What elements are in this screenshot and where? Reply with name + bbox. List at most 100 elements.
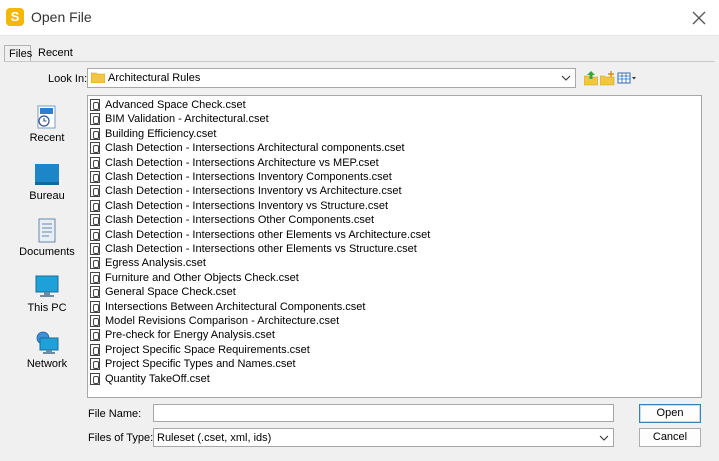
documents-icon [38, 218, 56, 243]
file-name: General Space Check.cset [105, 286, 236, 299]
chevron-down-icon [561, 75, 571, 81]
file-list-item[interactable]: Clash Detection - Intersections Architec… [90, 141, 405, 155]
file-name: Advanced Space Check.cset [105, 99, 246, 111]
file-name: Clash Detection - Intersections other El… [105, 243, 417, 255]
close-icon [692, 11, 706, 25]
file-name: Pre-check for Energy Analysis.cset [105, 329, 275, 342]
place-bureau-label: Bureau [29, 190, 65, 202]
file-name: Project Specific Space Requirements.cset [105, 343, 310, 356]
ruleset-file-icon [90, 300, 100, 313]
file-list-item[interactable]: Clash Detection - Intersections Other Co… [90, 213, 374, 227]
ruleset-file-icon [90, 315, 100, 327]
file-list-item[interactable]: Project Specific Space Requirements.cset [90, 343, 310, 357]
file-list-item[interactable]: Building Efficiency.cset [90, 127, 216, 141]
tab-files[interactable]: Files [4, 45, 32, 62]
place-documents[interactable]: Documents [18, 218, 76, 258]
dialog-title: Open File [31, 9, 92, 25]
app-logo-icon: S [6, 8, 24, 26]
file-list-item[interactable]: Intersections Between Architectural Comp… [90, 300, 365, 314]
tab-divider [4, 61, 715, 62]
file-name: Intersections Between Architectural Comp… [105, 300, 366, 313]
file-name-label: File Name: [88, 408, 142, 420]
file-name: Clash Detection - Intersections other El… [105, 228, 431, 241]
ruleset-file-icon [90, 142, 100, 155]
ruleset-file-icon [90, 243, 100, 255]
close-button[interactable] [687, 6, 711, 30]
look-in-value: Architectural Rules [108, 72, 201, 84]
ruleset-file-icon [90, 214, 100, 227]
look-in-label: Look In: [48, 73, 88, 85]
place-documents-label: Documents [19, 246, 75, 258]
ruleset-file-icon [90, 286, 100, 299]
file-list-item[interactable]: Quantity TakeOff.cset [90, 372, 210, 386]
file-name: Clash Detection - Intersections Architec… [105, 156, 379, 169]
file-list-item[interactable]: Clash Detection - Intersections Inventor… [90, 170, 392, 184]
file-list-item[interactable]: General Space Check.cset [90, 285, 236, 299]
look-in-dropdown[interactable]: Architectural Rules [87, 68, 576, 88]
ruleset-file-icon [90, 343, 100, 356]
ruleset-file-icon [90, 228, 100, 241]
cancel-button[interactable]: Cancel [639, 428, 701, 447]
place-recent[interactable]: Recent [18, 104, 76, 144]
folder-icon [91, 72, 105, 83]
file-list-item[interactable]: Egress Analysis.cset [90, 256, 206, 270]
file-name: Building Efficiency.cset [105, 127, 217, 140]
file-list-item[interactable]: Clash Detection - Intersections Architec… [90, 156, 379, 170]
file-name: Egress Analysis.cset [105, 257, 206, 270]
file-name: BIM Validation - Architectural.cset [105, 113, 269, 126]
chevron-down-icon [599, 435, 609, 441]
file-type-label: Files of Type: [88, 432, 154, 444]
ruleset-file-icon [90, 113, 100, 126]
ruleset-file-icon [90, 271, 100, 284]
ruleset-file-icon [90, 171, 100, 183]
file-list[interactable]: Advanced Space Check.cset BIM Validation … [87, 95, 702, 398]
file-list-item[interactable]: BIM Validation - Architectural.cset [90, 112, 269, 126]
new-folder-icon[interactable] [600, 70, 615, 86]
network-icon [36, 331, 59, 354]
ruleset-file-icon [90, 127, 100, 140]
place-bureau[interactable]: Bureau [18, 162, 76, 202]
file-name-field[interactable] [153, 404, 614, 422]
ruleset-file-icon [90, 372, 100, 385]
file-name: Clash Detection - Intersections Inventor… [105, 171, 392, 183]
place-network[interactable]: Network [18, 330, 76, 370]
computer-icon [35, 275, 59, 297]
file-name: Clash Detection - Intersections Inventor… [105, 185, 402, 198]
folder-up-icon[interactable] [584, 70, 598, 86]
place-network-label: Network [26, 358, 68, 370]
file-list-item[interactable]: Project Specific Types and Names.cset [90, 357, 296, 371]
place-recent-label: Recent [29, 132, 65, 144]
open-button[interactable]: Open [639, 404, 701, 423]
recent-icon [37, 105, 56, 129]
file-type-dropdown[interactable]: Ruleset (.cset, xml, ids) [153, 428, 614, 447]
file-name: Model Revisions Comparison - Architectur… [105, 315, 340, 327]
file-type-value: Ruleset (.cset, xml, ids) [157, 432, 272, 444]
file-name: Clash Detection - Intersections Other Co… [105, 214, 375, 227]
file-list-item[interactable]: Clash Detection - Intersections other El… [90, 228, 430, 242]
file-name: Clash Detection - Intersections Inventor… [105, 199, 389, 212]
file-list-item[interactable]: Model Revisions Comparison - Architectur… [90, 314, 339, 328]
ruleset-file-icon [90, 199, 100, 212]
tab-recent[interactable]: Recent [34, 45, 73, 62]
ruleset-file-icon [90, 358, 100, 371]
file-name: Project Specific Types and Names.cset [105, 358, 296, 371]
place-this-pc[interactable]: This PC [18, 274, 76, 314]
ruleset-file-icon [90, 99, 100, 111]
ruleset-file-icon [90, 329, 100, 342]
view-menu-icon[interactable] [617, 70, 637, 86]
file-list-item[interactable]: Clash Detection - Intersections Inventor… [90, 199, 388, 213]
ruleset-file-icon [90, 257, 100, 270]
file-list-item[interactable]: Clash Detection - Intersections Inventor… [90, 184, 402, 198]
file-list-item[interactable]: Clash Detection - Intersections other El… [90, 242, 417, 256]
title-bar: S Open File [0, 0, 719, 36]
ruleset-file-icon [90, 156, 100, 169]
file-name: Clash Detection - Intersections Architec… [105, 142, 405, 155]
file-name: Quantity TakeOff.cset [105, 372, 210, 385]
file-list-item[interactable]: Pre-check for Energy Analysis.cset [90, 328, 275, 342]
file-name: Furniture and Other Objects Check.cset [105, 271, 299, 284]
place-this-pc-label: This PC [27, 302, 67, 314]
file-list-item[interactable]: Furniture and Other Objects Check.cset [90, 271, 299, 285]
file-list-item[interactable]: Advanced Space Check.cset [90, 98, 246, 112]
desktop-icon [35, 164, 59, 185]
ruleset-file-icon [90, 185, 100, 198]
